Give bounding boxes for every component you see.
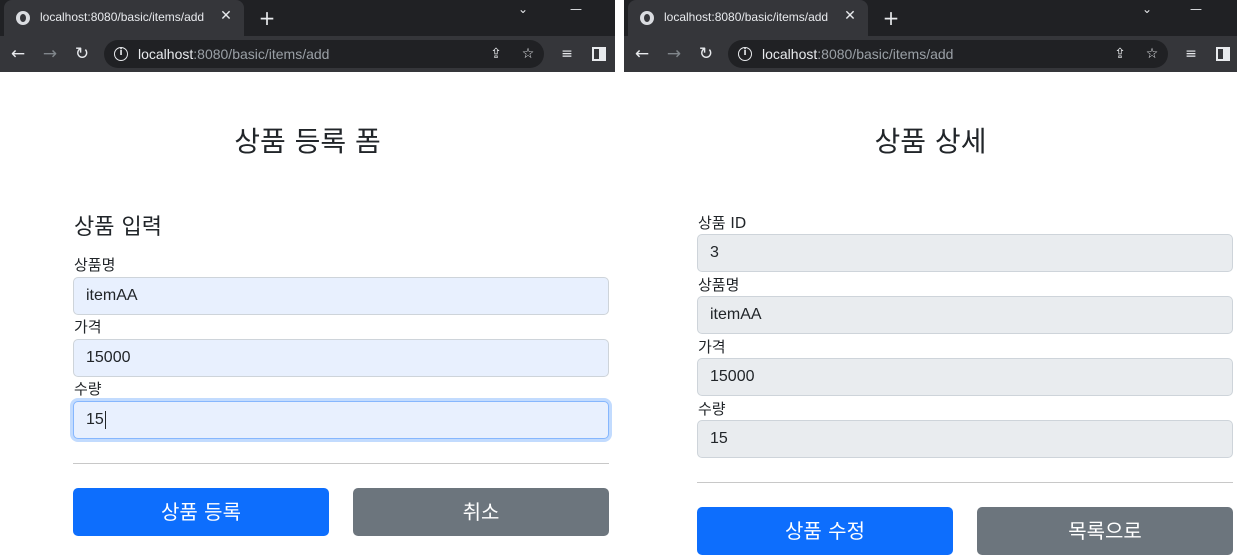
new-tab-button[interactable]: + [880, 7, 902, 29]
address-bar[interactable]: i localhost:8080/basic/items/add ⇪ ☆ [104, 40, 544, 68]
page-title: 상품 등록 폼 [234, 125, 381, 158]
close-tab-icon[interactable]: ✕ [842, 8, 858, 24]
item-id-label: 상품 ID [698, 214, 747, 232]
quantity-label: 수량 [74, 380, 102, 398]
minimize-icon[interactable]: — [1190, 2, 1202, 16]
browser-tab[interactable]: localhost:8080/basic/items/add ✕ [628, 0, 868, 36]
globe-icon [16, 11, 30, 25]
edit-item-button[interactable]: 상품 수정 [697, 507, 953, 555]
text-caret [104, 410, 106, 429]
back-button[interactable]: ← [6, 42, 30, 66]
close-tab-icon[interactable]: ✕ [218, 8, 234, 24]
divider [697, 482, 1233, 483]
tab-search-dropdown-icon[interactable]: ⌄ [518, 2, 528, 16]
price-input[interactable]: 15000 [73, 339, 609, 377]
side-panel-icon[interactable] [1216, 47, 1230, 61]
minimize-icon[interactable]: — [570, 2, 582, 16]
browser-window-add-form: localhost:8080/basic/items/add ✕ + ⌄ — ←… [0, 0, 615, 558]
reload-button[interactable]: ↻ [694, 42, 718, 66]
site-info-icon[interactable]: i [114, 47, 128, 61]
browser-toolbar: ← → ↻ i localhost:8080/basic/items/add ⇪… [624, 36, 1237, 72]
item-name-label: 상품명 [74, 256, 116, 274]
tab-search-dropdown-icon[interactable]: ⌄ [1142, 2, 1152, 16]
item-name-field: itemAA [697, 296, 1233, 334]
tab-title: localhost:8080/basic/items/add [664, 10, 829, 24]
tab-strip: localhost:8080/basic/items/add ✕ + ⌄ — [624, 0, 1237, 36]
price-label: 가격 [74, 318, 102, 336]
reading-list-icon[interactable]: ≡ [556, 43, 578, 65]
side-panel-icon[interactable] [592, 47, 606, 61]
divider [73, 463, 609, 464]
bookmark-star-icon[interactable]: ☆ [1142, 44, 1162, 64]
tab-title: localhost:8080/basic/items/add [40, 10, 205, 24]
reload-button[interactable]: ↻ [70, 42, 94, 66]
tab-strip: localhost:8080/basic/items/add ✕ + ⌄ — [0, 0, 615, 36]
browser-window-item-detail: localhost:8080/basic/items/add ✕ + ⌄ — ←… [624, 0, 1237, 558]
quantity-input[interactable]: 15 [73, 401, 609, 439]
quantity-value: 15 [86, 411, 104, 428]
item-name-label: 상품명 [698, 276, 740, 294]
globe-icon [640, 11, 654, 25]
cancel-button[interactable]: 취소 [353, 488, 609, 536]
page-title: 상품 상세 [874, 125, 987, 158]
price-label: 가격 [698, 338, 726, 356]
quantity-label: 수량 [698, 400, 726, 418]
new-tab-button[interactable]: + [256, 7, 278, 29]
reading-list-icon[interactable]: ≡ [1180, 43, 1202, 65]
register-item-button[interactable]: 상품 등록 [73, 488, 329, 536]
url-text: localhost:8080/basic/items/add [138, 46, 330, 62]
quantity-field: 15 [697, 420, 1233, 458]
share-icon[interactable]: ⇪ [1110, 44, 1130, 64]
section-title: 상품 입력 [74, 215, 162, 240]
back-button[interactable]: ← [630, 42, 654, 66]
share-icon[interactable]: ⇪ [486, 44, 506, 64]
item-id-field: 3 [697, 234, 1233, 272]
browser-toolbar: ← → ↻ i localhost:8080/basic/items/add ⇪… [0, 36, 615, 72]
browser-tab[interactable]: localhost:8080/basic/items/add ✕ [4, 0, 244, 36]
window-gap [615, 0, 624, 558]
bookmark-star-icon[interactable]: ☆ [518, 44, 538, 64]
address-bar[interactable]: i localhost:8080/basic/items/add ⇪ ☆ [728, 40, 1168, 68]
forward-button[interactable]: → [662, 42, 686, 66]
back-to-list-button[interactable]: 목록으로 [977, 507, 1233, 555]
forward-button[interactable]: → [38, 42, 62, 66]
site-info-icon[interactable]: i [738, 47, 752, 61]
price-field: 15000 [697, 358, 1233, 396]
url-text: localhost:8080/basic/items/add [762, 46, 954, 62]
item-name-input[interactable]: itemAA [73, 277, 609, 315]
